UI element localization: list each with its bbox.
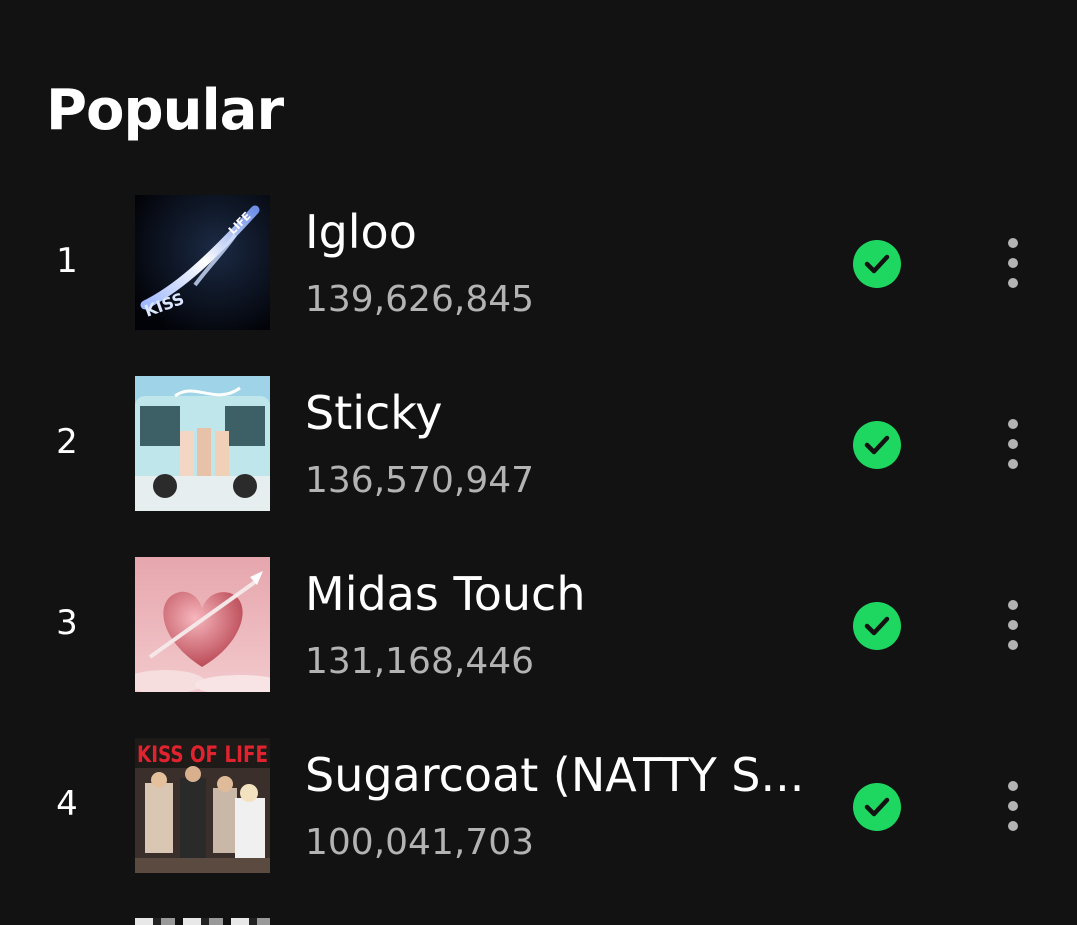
downloaded-check-icon [853, 421, 901, 469]
downloaded-check-icon [853, 602, 901, 650]
track-row-4[interactable]: 4 KISS OF LIFE Sugarcoat (NATTY S... 100… [0, 738, 1077, 874]
track-title: Sugarcoat (NATTY S... [305, 748, 805, 802]
track-rank: 3 [56, 603, 78, 643]
album-cover-partial [135, 918, 270, 925]
track-rank: 4 [56, 784, 78, 824]
album-cover-sugarcoat: KISS OF LIFE [135, 738, 270, 873]
track-row-2[interactable]: 2 Sticky 136,570,947 [0, 376, 1077, 512]
track-title: Sticky [305, 386, 443, 440]
track-play-count: 136,570,947 [305, 460, 535, 501]
track-play-count: 131,168,446 [305, 641, 535, 682]
album-cover-sticky [135, 376, 270, 511]
more-options-icon[interactable] [996, 416, 1030, 472]
popular-tracks-screen: Popular 1 KISS LIFE Igloo 139,626,845 2 … [0, 0, 1077, 925]
svg-text:KISS OF LIFE: KISS OF LIFE [137, 743, 268, 768]
track-play-count: 139,626,845 [305, 279, 535, 320]
track-row-1[interactable]: 1 KISS LIFE Igloo 139,626,845 [0, 195, 1077, 331]
track-title: Igloo [305, 205, 417, 259]
more-options-icon[interactable] [996, 235, 1030, 291]
more-options-icon[interactable] [996, 778, 1030, 834]
downloaded-check-icon [853, 240, 901, 288]
track-rank: 1 [56, 241, 78, 281]
more-options-icon[interactable] [996, 597, 1030, 653]
track-title: Midas Touch [305, 567, 586, 621]
section-title: Popular [46, 78, 284, 143]
track-play-count: 100,041,703 [305, 822, 535, 863]
track-rank: 2 [56, 422, 78, 462]
downloaded-check-icon [853, 783, 901, 831]
album-cover-igloo: KISS LIFE [135, 195, 270, 330]
album-cover-midas-touch [135, 557, 270, 692]
track-row-3[interactable]: 3 Midas Touch 131,168,446 [0, 557, 1077, 693]
